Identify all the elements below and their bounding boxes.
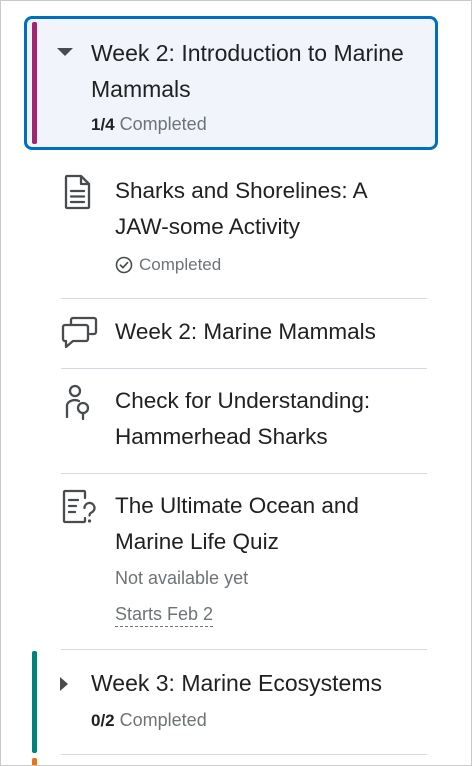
quiz-icon — [61, 488, 96, 524]
topic-title[interactable]: Check for Understanding: Hammerhead Shar… — [115, 383, 415, 455]
discussion-icon — [61, 314, 98, 349]
topic-sharks-and-shorelines[interactable]: Sharks and Shorelines: A JAW-some Activi… — [61, 173, 427, 283]
topic-week-2-marine-mammals[interactable]: Week 2: Marine Mammals — [61, 314, 427, 354]
unit-progress: 0/2 Completed — [91, 708, 207, 733]
topic-status: Completed — [115, 253, 221, 277]
course-outline-panel: Week 2: Introduction to Marine Mammals 1… — [0, 0, 472, 766]
unit-color-bar — [32, 758, 37, 765]
progress-label: Completed — [119, 710, 207, 730]
caret-down-icon[interactable] — [57, 48, 73, 56]
unit-title[interactable]: Week 3: Marine Ecosystems — [91, 665, 421, 701]
divider — [61, 649, 427, 650]
topic-title[interactable]: Week 2: Marine Mammals — [115, 314, 415, 350]
progress-label: Completed — [119, 114, 207, 134]
divider — [61, 473, 427, 474]
progress-count: 1/4 — [91, 115, 115, 134]
document-icon — [61, 173, 95, 210]
unit-color-bar — [32, 22, 37, 144]
check-circle-icon — [115, 256, 133, 274]
unit-week-3[interactable]: Week 3: Marine Ecosystems 0/2 Completed — [24, 651, 438, 753]
topic-check-for-understanding[interactable]: Check for Understanding: Hammerhead Shar… — [61, 383, 427, 459]
status-label: Completed — [139, 255, 222, 274]
topic-title[interactable]: Sharks and Shorelines: A JAW-some Activi… — [115, 173, 415, 245]
topic-ultimate-ocean-quiz[interactable]: The Ultimate Ocean and Marine Life Quiz … — [61, 488, 427, 628]
progress-count: 0/2 — [91, 711, 115, 730]
unit-progress: 1/4 Completed — [91, 112, 207, 137]
checkpoint-icon — [61, 383, 95, 421]
caret-right-icon[interactable] — [60, 677, 68, 691]
divider — [61, 368, 427, 369]
divider — [61, 754, 427, 755]
unit-week-2[interactable]: Week 2: Introduction to Marine Mammals 1… — [24, 16, 438, 150]
unit-color-bar — [32, 651, 37, 753]
unit-title[interactable]: Week 2: Introduction to Marine Mammals — [91, 35, 421, 107]
divider — [61, 298, 427, 299]
topic-title[interactable]: The Ultimate Ocean and Marine Life Quiz — [115, 488, 415, 560]
availability-status: Not available yet — [115, 568, 249, 588]
start-date-link[interactable]: Starts Feb 2 — [115, 602, 214, 627]
